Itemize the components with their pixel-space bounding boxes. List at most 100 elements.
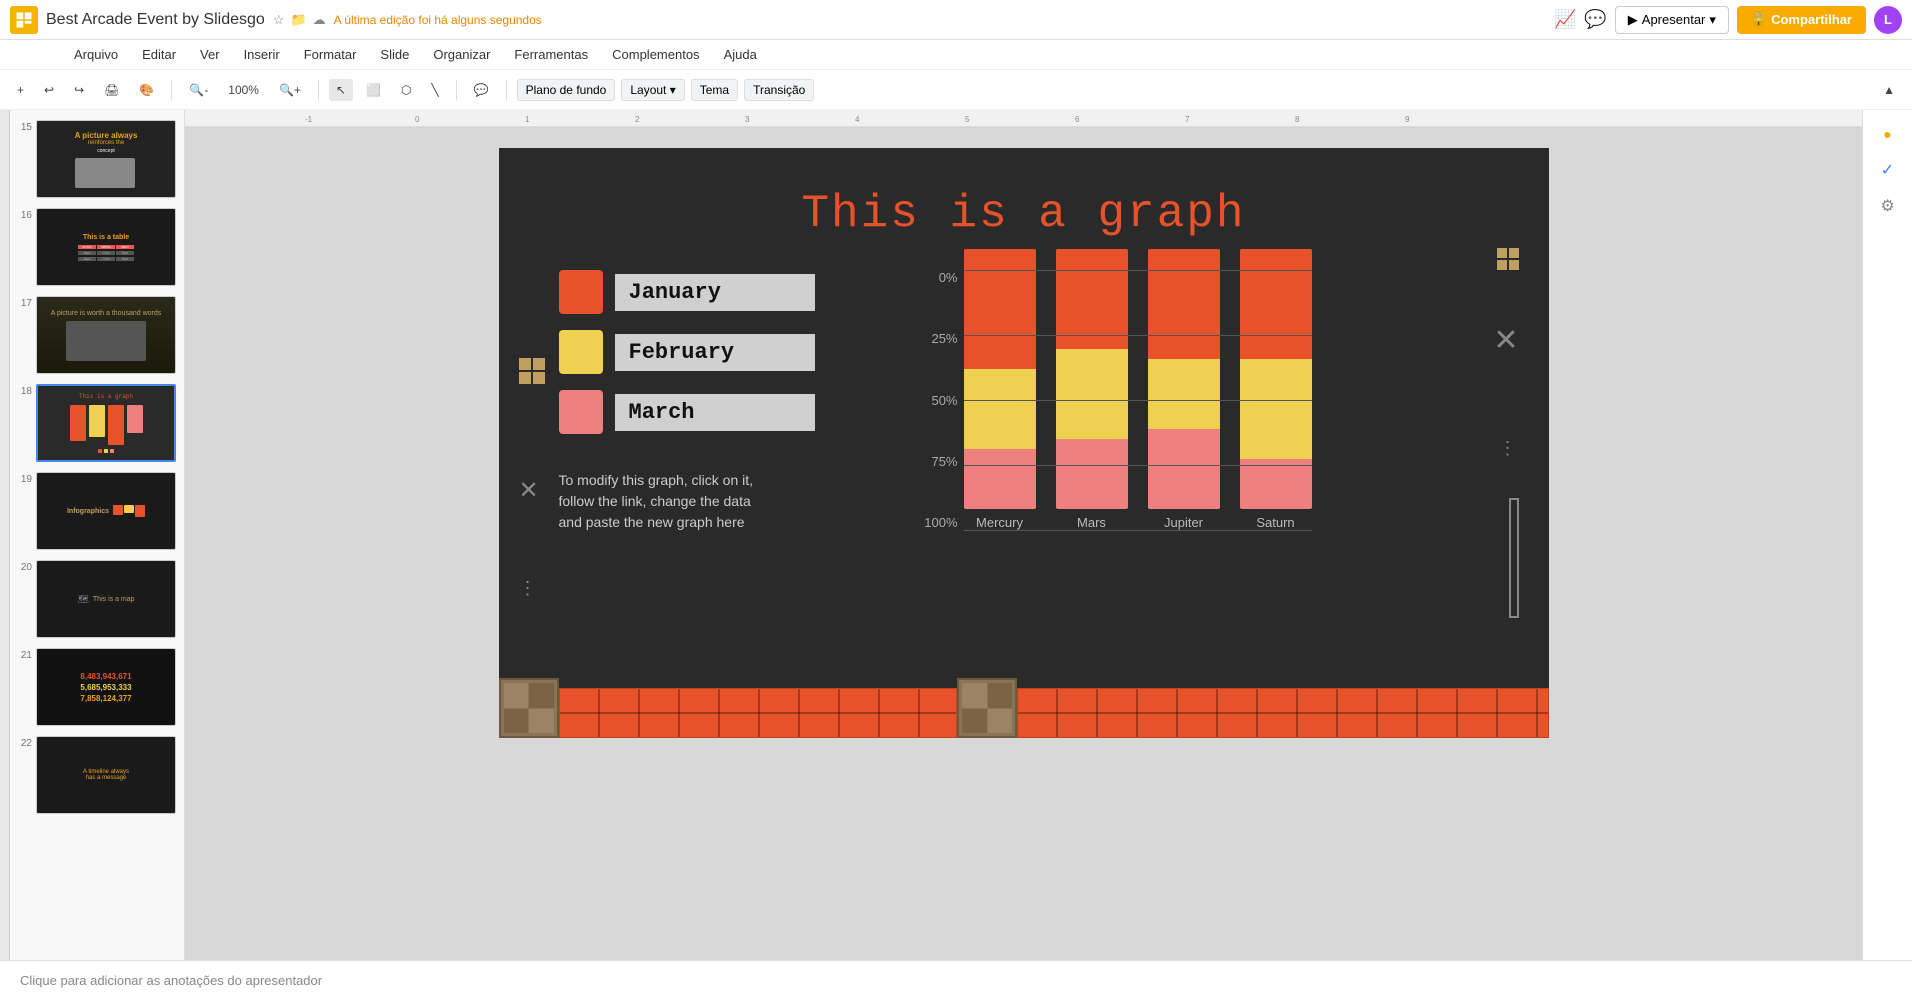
doc-title[interactable]: Best Arcade Event by Slidesgo [46, 11, 265, 29]
activity-icon[interactable]: 📈 [1554, 9, 1576, 30]
toolbar-paint-btn[interactable]: 🎨 [132, 79, 161, 101]
slide-panel: 15 A picture always reinforces the conce… [10, 110, 185, 960]
slide-thumb-15[interactable]: 15 A picture always reinforces the conce… [14, 118, 180, 200]
notes-area[interactable]: Clique para adicionar as anotações do ap… [0, 960, 1912, 1000]
right-panel-icon-2[interactable]: ✓ [1874, 156, 1902, 184]
toolbar-theme-button[interactable]: Tema [691, 79, 738, 101]
slide-thumb-17[interactable]: 17 A picture is worth a thousand words [14, 294, 180, 376]
deco-dots-right: ⋮ [1499, 438, 1519, 459]
bar-mercury-march [964, 449, 1036, 509]
toolbar-redo-btn[interactable]: ↪ [67, 79, 91, 101]
toolbar-line-btn[interactable]: ╲ [424, 79, 445, 101]
menu-ajuda[interactable]: Ajuda [720, 45, 761, 64]
slide-thumb-20[interactable]: 20 🗺 This is a map [14, 558, 180, 640]
star-icon[interactable]: ☆ [273, 12, 285, 28]
slide-preview-18: This is a graph [36, 384, 176, 462]
menu-organizar[interactable]: Organizar [429, 45, 494, 64]
slide-preview-19: Infographics [36, 472, 176, 550]
toolbar-comment-btn[interactable]: 💬 [467, 79, 496, 101]
menu-complementos[interactable]: Complementos [608, 45, 703, 64]
main-area: 15 A picture always reinforces the conce… [0, 110, 1912, 960]
svg-text:-1: -1 [305, 115, 313, 124]
menu-inserir[interactable]: Inserir [240, 45, 284, 64]
bar-jupiter: Jupiter [1148, 249, 1220, 530]
menu-ver[interactable]: Ver [196, 45, 224, 64]
toolbar-sep-2 [318, 80, 319, 100]
svg-text:5: 5 [965, 115, 970, 124]
toolbar-add-btn[interactable]: + [10, 79, 31, 101]
bar-label-jupiter: Jupiter [1164, 515, 1203, 530]
toolbar-print-btn[interactable]: 🖨 [97, 79, 126, 101]
menu-slide[interactable]: Slide [376, 45, 413, 64]
slide-thumb-22[interactable]: 22 A timeline alwayshas a message [14, 734, 180, 816]
deco-squares-topleft [519, 358, 545, 384]
present-icon: ▶ [1628, 12, 1638, 28]
toolbar-zoom-value[interactable]: 100% [221, 79, 266, 101]
toolbar-transition-button[interactable]: Transição [744, 79, 814, 101]
menu-arquivo[interactable]: Arquivo [70, 45, 122, 64]
bar-label-saturn: Saturn [1256, 515, 1294, 530]
menu-formatar[interactable]: Formatar [300, 45, 361, 64]
cloud-icon[interactable]: ☁ [313, 12, 326, 28]
comments-icon[interactable]: 💬 [1584, 9, 1606, 30]
right-panel-icon-1[interactable]: ● [1874, 120, 1902, 148]
app-icon [10, 6, 38, 34]
slide-preview-20: 🗺 This is a map [36, 560, 176, 638]
toolbar-shapes-btn[interactable]: ⬡ [394, 79, 418, 101]
bar-jupiter-january [1148, 249, 1220, 359]
bar-mars-january [1056, 249, 1128, 349]
deco-cross-right: ✕ [1493, 323, 1518, 358]
chart-legend: January February March To [559, 270, 859, 533]
toolbar-layout-button[interactable]: Layout ▾ [621, 79, 684, 101]
y-axis: 100% 75% 50% 25% 0% [919, 270, 964, 530]
bottom-decoration [499, 668, 1549, 738]
right-panel: ● ✓ ⚙ [1862, 110, 1912, 960]
bar-mercury-stack [964, 249, 1036, 509]
legend-item-march: March [559, 390, 859, 434]
header-actions: 📈 💬 ▶ Apresentar ▾ 🔒 Compartilhar L [1554, 6, 1902, 34]
toolbar-zoom-out-btn[interactable]: 🔍- [182, 79, 215, 101]
legend-color-march [559, 390, 603, 434]
bar-saturn: Saturn [1240, 249, 1312, 530]
legend-color-february [559, 330, 603, 374]
present-button[interactable]: ▶ Apresentar ▾ [1615, 6, 1729, 34]
stone-block-mid [957, 678, 1017, 738]
svg-text:2: 2 [635, 115, 640, 124]
chart-area: 100% 75% 50% 25% 0% [919, 270, 1489, 533]
right-panel-icon-3[interactable]: ⚙ [1874, 192, 1902, 220]
svg-text:6: 6 [1075, 115, 1080, 124]
menu-ferramentas[interactable]: Ferramentas [510, 45, 592, 64]
share-button[interactable]: 🔒 Compartilhar [1737, 6, 1866, 34]
deco-cross-left: ✕ [519, 476, 539, 505]
topbar: Best Arcade Event by Slidesgo ☆ 📁 ☁ A úl… [0, 0, 1912, 40]
avatar[interactable]: L [1874, 6, 1902, 34]
chart-description: To modify this graph, click on it, follo… [559, 470, 839, 533]
bar-mars-march [1056, 439, 1128, 509]
toolbar-zoom-in-btn[interactable]: 🔍+ [272, 79, 308, 101]
toolbar-bg-button[interactable]: Plano de fundo [517, 79, 616, 101]
slide-thumb-19[interactable]: 19 Infographics [14, 470, 180, 552]
legend-label-february: February [615, 334, 815, 371]
last-edit-status: A última edição foi há alguns segundos [334, 13, 542, 27]
toolbar-cursor-btn[interactable]: ↖ [329, 79, 353, 101]
bar-saturn-stack [1240, 249, 1312, 509]
toolbar-collapse-btn[interactable]: ▲ [1876, 79, 1902, 101]
stone-block-left [499, 678, 559, 738]
slide-thumb-16[interactable]: 16 This is a table ACTIO OPTIO INFO AquC… [14, 206, 180, 288]
legend-item-january: January [559, 270, 859, 314]
slide-canvas[interactable]: This is a graph ✕ ⋮ [499, 148, 1549, 738]
toolbar-sep-3 [456, 80, 457, 100]
bar-mercury: Mercury [964, 249, 1036, 530]
y-label-0: 0% [919, 270, 958, 285]
y-label-50: 50% [919, 393, 958, 408]
folder-icon[interactable]: 📁 [290, 12, 306, 28]
slide-thumb-21[interactable]: 21 8,483,943,671 5,685,953,333 7,858,124… [14, 646, 180, 728]
menu-editar[interactable]: Editar [138, 45, 180, 64]
toolbar-rect-btn[interactable]: ⬜ [359, 79, 388, 101]
toolbar: + ↩ ↪ 🖨 🎨 🔍- 100% 🔍+ ↖ ⬜ ⬡ ╲ 💬 Plano de … [0, 70, 1912, 110]
slide-thumb-18[interactable]: 18 This is a graph [14, 382, 180, 464]
svg-text:4: 4 [855, 115, 860, 124]
legend-item-february: February [559, 330, 859, 374]
bar-mars: Mars [1056, 249, 1128, 530]
toolbar-undo-btn[interactable]: ↩ [37, 79, 61, 101]
